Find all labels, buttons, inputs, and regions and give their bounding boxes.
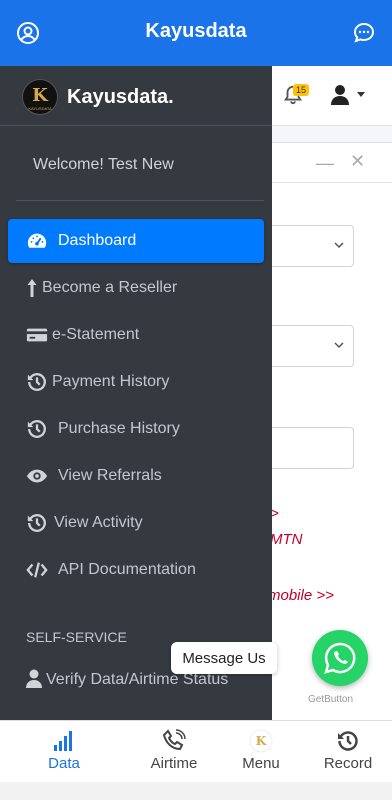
section-header: SELF-SERVICE	[26, 629, 127, 645]
info-text: MTN	[270, 531, 303, 548]
svg-text:K: K	[256, 734, 267, 748]
phone-ringing-icon	[162, 729, 186, 753]
sidebar-item-estatement[interactable]: e-Statement	[8, 313, 264, 357]
chat-bubble-icon[interactable]	[352, 21, 376, 45]
app-title: Kayusdata	[145, 20, 247, 42]
minimize-icon[interactable]: —	[316, 153, 334, 174]
sidebar-item-label: View Referrals	[58, 467, 162, 484]
logo-subtext: KAYUSDATA	[28, 106, 52, 111]
plan-select[interactable]	[258, 325, 354, 367]
sidebar-item-label: Payment History	[52, 373, 170, 390]
sidebar-item-payment-history[interactable]: Payment History	[8, 360, 264, 404]
whatsapp-button[interactable]	[312, 630, 368, 686]
close-icon[interactable]: ✕	[350, 151, 365, 172]
sidebar-item-dashboard[interactable]: Dashboard	[8, 219, 264, 263]
phone-input[interactable]	[258, 427, 354, 469]
whatsapp-message-bubble[interactable]: Message Us	[171, 642, 277, 674]
bottom-navigation: Data Airtime K Menu Record	[0, 720, 392, 782]
history-icon	[26, 512, 48, 534]
history-icon	[26, 371, 48, 393]
credit-card-icon	[26, 324, 48, 346]
chevron-down-icon	[334, 242, 344, 249]
user-dropdown[interactable]	[330, 84, 370, 106]
tab-data[interactable]: Data	[15, 721, 113, 783]
sidebar-item-label: Become a Reseller	[42, 279, 178, 296]
notification-badge: 15	[293, 84, 310, 96]
logo-letter: K	[32, 85, 48, 106]
brand[interactable]: K KAYUSDATA Kayusdata.	[0, 66, 272, 126]
chevron-down-icon	[334, 342, 344, 349]
tab-label: Data	[48, 755, 80, 772]
sidebar-item-label: View Activity	[54, 514, 143, 531]
sidebar-item-label: Dashboard	[58, 232, 137, 249]
sidebar-item-api-docs[interactable]: API Documentation	[8, 548, 264, 592]
sidebar-item-label: e-Statement	[52, 326, 140, 343]
tab-airtime[interactable]: Airtime	[125, 721, 223, 783]
history-icon	[336, 729, 360, 753]
kayusdata-logo-icon: K	[249, 729, 273, 753]
network-select[interactable]	[258, 225, 354, 267]
sidebar-item-label: Purchase History	[58, 420, 180, 437]
eye-icon	[26, 465, 48, 487]
app-bar: Kayusdata	[0, 0, 392, 66]
whatsapp-icon	[324, 642, 356, 674]
history-icon	[26, 418, 48, 440]
system-gesture-bar	[0, 782, 392, 800]
user-icon	[26, 669, 42, 691]
tab-label: Menu	[242, 755, 280, 772]
sidebar-item-label: API Documentation	[58, 561, 196, 578]
tab-label: Airtime	[150, 755, 198, 772]
tab-record[interactable]: Record	[299, 721, 392, 783]
info-link[interactable]: mobile >>	[268, 587, 334, 604]
getbutton-credit[interactable]: GetButton	[308, 694, 353, 705]
tab-menu[interactable]: K Menu	[212, 721, 310, 783]
sidebar-drawer: K KAYUSDATA Kayusdata. Welcome! Test New…	[0, 66, 272, 720]
sidebar-item-purchase-history[interactable]: Purchase History	[8, 407, 264, 451]
brand-logo: K KAYUSDATA	[22, 79, 58, 115]
welcome-text: Welcome! Test New	[33, 156, 174, 173]
card-header: — ✕	[258, 143, 392, 183]
tachometer-icon	[26, 230, 48, 252]
brand-name: Kayusdata.	[67, 86, 174, 108]
sidebar-item-activity[interactable]: View Activity	[8, 501, 264, 545]
code-icon	[26, 559, 48, 581]
tab-label: Record	[323, 755, 373, 772]
signal-bars-icon	[52, 729, 76, 753]
sidebar-item-reseller[interactable]: Become a Reseller	[8, 266, 264, 310]
divider	[16, 200, 264, 201]
sidebar-item-referrals[interactable]: View Referrals	[8, 454, 264, 498]
arrow-up-icon	[26, 277, 38, 299]
